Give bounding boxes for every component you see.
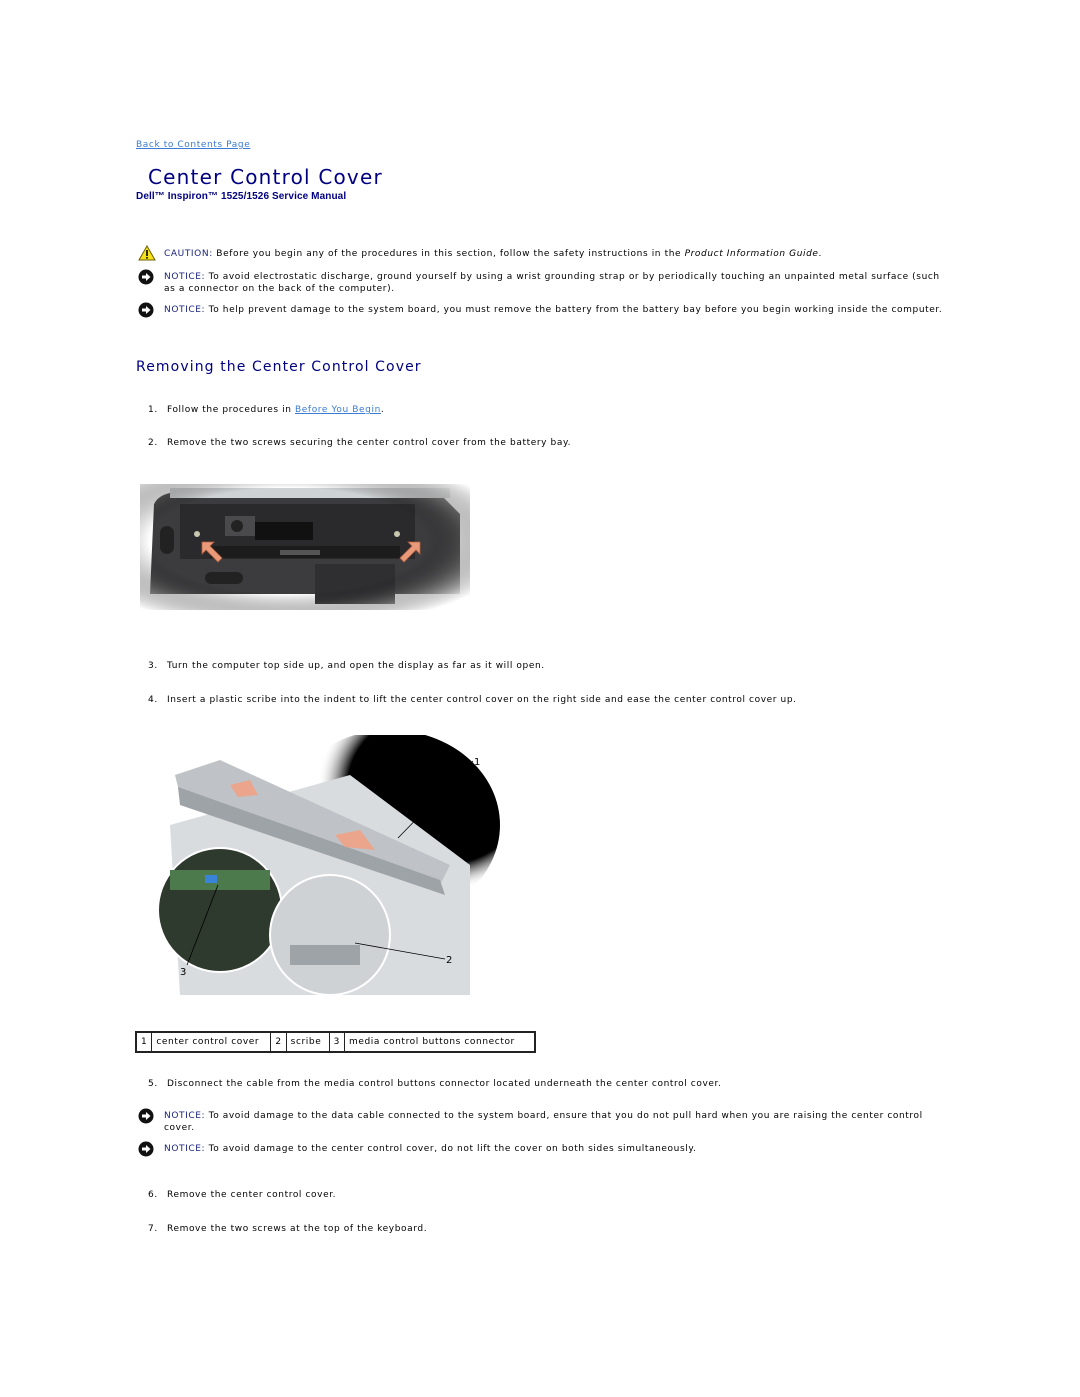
product-info-guide-ref: Product Information Guide <box>684 249 819 259</box>
step-text: Disconnect the cable from the media cont… <box>167 1079 722 1089</box>
step-text: Insert a plastic scribe into the indent … <box>167 695 797 705</box>
notice-arrow-icon <box>138 302 156 320</box>
callout-3: 3 <box>180 967 186 978</box>
section-heading: Removing the Center Control Cover <box>136 359 422 375</box>
step-7: 7. Remove the two screws at the top of th… <box>148 1223 948 1235</box>
notice-label: NOTICE: <box>164 272 206 282</box>
step-text: Remove the center control cover. <box>167 1190 337 1200</box>
step-6: 6. Remove the center control cover. <box>148 1189 948 1201</box>
notice-text: To avoid damage to the center control co… <box>205 1144 697 1154</box>
caution-text: Before you begin any of the procedures i… <box>212 249 685 259</box>
callout-2: 2 <box>446 955 452 966</box>
legend-label: media control buttons connector <box>343 1031 536 1053</box>
caution-after: . <box>818 249 823 259</box>
legend-label: center control cover <box>151 1031 272 1053</box>
step-2: 2. Remove the two screws securing the cen… <box>148 437 948 449</box>
callout-1: 1 <box>474 757 480 768</box>
manual-subtitle: Dell™ Inspiron™ 1525/1526 Service Manual <box>136 191 347 202</box>
battery-bay-figure <box>140 484 470 610</box>
step-number: 7. <box>148 1224 158 1234</box>
notice-arrow-icon <box>138 1108 156 1126</box>
notice-text: To avoid electrostatic discharge, ground… <box>164 272 940 294</box>
center-control-cover-figure: 1 2 3 <box>150 735 500 1020</box>
notice-text: To help prevent damage to the system boa… <box>205 305 943 315</box>
notice-label: NOTICE: <box>164 1111 206 1121</box>
callout-legend-table: 1 center control cover 2 scribe 3 media … <box>135 1031 536 1053</box>
step-number: 6. <box>148 1190 158 1200</box>
step-text: Remove the two screws at the top of the … <box>167 1224 428 1234</box>
page-title: Center Control Cover <box>148 165 383 189</box>
legend-num: 2 <box>270 1031 287 1053</box>
step-number: 1. <box>148 405 158 415</box>
step-after: . <box>380 405 385 415</box>
legend-row: 1 center control cover 2 scribe 3 media … <box>135 1031 536 1053</box>
legend-num: 1 <box>135 1031 153 1053</box>
caution-label: CAUTION: <box>164 249 213 259</box>
warning-triangle-icon <box>138 244 156 263</box>
legend-num: 3 <box>328 1031 345 1053</box>
notice-label: NOTICE: <box>164 1144 206 1154</box>
step-text: Remove the two screws securing the cente… <box>167 438 572 448</box>
step-number: 3. <box>148 661 158 671</box>
notice-arrow-icon <box>138 269 156 287</box>
notice-text: To avoid damage to the data cable connec… <box>164 1111 923 1133</box>
step-1: 1. Follow the procedures in Before You Be… <box>148 404 948 416</box>
step-number: 4. <box>148 695 158 705</box>
step-3: 3. Turn the computer top side up, and ope… <box>148 660 948 672</box>
step-5: 5. Disconnect the cable from the media co… <box>148 1078 948 1090</box>
back-to-contents-link[interactable]: Back to Contents Page <box>136 140 250 150</box>
step-number: 5. <box>148 1079 158 1089</box>
step-number: 2. <box>148 438 158 448</box>
notice-arrow-icon <box>138 1141 156 1159</box>
step-text: Turn the computer top side up, and open … <box>167 661 545 671</box>
before-you-begin-link[interactable]: Before You Begin <box>295 405 381 415</box>
step-text: Follow the procedures in <box>167 405 296 415</box>
step-4: 4. Insert a plastic scribe into the inden… <box>148 694 948 706</box>
notice-label: NOTICE: <box>164 305 206 315</box>
legend-label: scribe <box>285 1031 330 1053</box>
